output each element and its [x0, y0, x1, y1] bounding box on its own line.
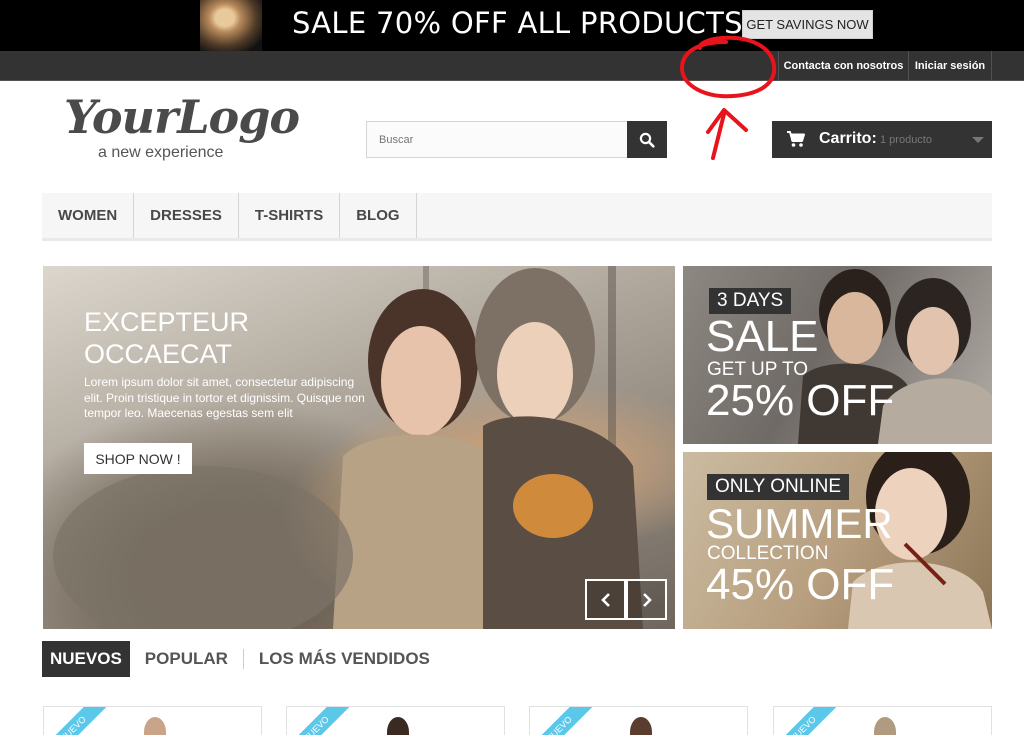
top-nav-bar: Contacta con nosotros Iniciar sesión [0, 51, 1024, 81]
promo-banner-summer[interactable]: ONLY ONLINE SUMMER COLLECTION 45% OFF [683, 452, 992, 629]
menu-item-blog[interactable]: BLOG [340, 193, 417, 238]
search-icon [639, 132, 655, 148]
slide-description: Lorem ipsum dolor sit amet, consectetur … [84, 375, 365, 420]
promo-model-image [200, 0, 262, 51]
tab-popular[interactable]: POPULAR [130, 641, 243, 677]
hero-slider[interactable]: EXCEPTEUR OCCAECAT Lorem ipsum dolor sit… [43, 266, 675, 629]
promo-banner[interactable]: SALE 70% OFF ALL PRODUCTS GET SAVINGS NO… [0, 0, 1024, 51]
promo-banner-3days[interactable]: 3 DAYS SALE GET UP TO 25% OFF [683, 266, 992, 444]
slide-title: EXCEPTEUR OCCAECAT [84, 306, 249, 370]
tab-los-mas-vendidos[interactable]: LOS MÁS VENDIDOS [244, 641, 445, 677]
cart-label: Carrito: [819, 130, 877, 147]
menu-item-women[interactable]: WOMEN [42, 193, 135, 238]
logo-script: YourLogo [64, 90, 300, 144]
cart-icon [787, 131, 805, 147]
chevron-down-icon [972, 137, 984, 143]
chevron-left-icon [600, 592, 610, 607]
cart-dropdown[interactable]: Carrito: 1 producto [772, 121, 992, 158]
product-image [874, 717, 896, 735]
slide-title-line2: OCCAECAT [84, 339, 233, 369]
login-link[interactable]: Iniciar sesión [908, 51, 992, 81]
banner-1-line3: 25% OFF [706, 376, 895, 425]
product-image [387, 717, 409, 735]
new-badge: NUEVO [287, 707, 350, 735]
slide-title-line1: EXCEPTEUR [84, 307, 250, 337]
cart-count: 1 producto [880, 134, 932, 146]
banner-1-line1: SALE [706, 312, 819, 361]
product-card[interactable]: NUEVO [529, 706, 748, 735]
product-card[interactable]: NUEVO [286, 706, 505, 735]
main-menu: WOMEN DRESSES T-SHIRTS BLOG [42, 193, 992, 241]
product-image [144, 717, 166, 735]
menu-item-tshirts[interactable]: T-SHIRTS [239, 193, 341, 238]
search-button[interactable] [627, 121, 667, 158]
product-card[interactable]: NUEVO [773, 706, 992, 735]
tab-nuevos[interactable]: NUEVOS [42, 641, 130, 677]
menu-item-dresses[interactable]: DRESSES [134, 193, 239, 238]
banner-2-line1: SUMMER [706, 500, 893, 547]
slider-prev-button[interactable] [585, 579, 626, 620]
new-badge: NUEVO [44, 707, 107, 735]
slider-next-button[interactable] [626, 579, 667, 620]
contact-link[interactable]: Contacta con nosotros [778, 51, 908, 81]
get-savings-button[interactable]: GET SAVINGS NOW [742, 10, 873, 39]
shop-now-button[interactable]: SHOP NOW ! [84, 443, 192, 474]
search-input[interactable] [366, 121, 628, 158]
banner-2-tag: ONLY ONLINE [707, 474, 850, 500]
new-badge: NUEVO [530, 707, 593, 735]
banner-2-line3: 45% OFF [706, 560, 895, 609]
site-logo[interactable]: YourLogo a new experience [64, 90, 300, 168]
logo-tagline: a new experience [98, 144, 224, 161]
new-badge: NUEVO [774, 707, 837, 735]
banner-1-tag: 3 DAYS [709, 288, 792, 314]
promo-headline: SALE 70% OFF ALL PRODUCTS [292, 6, 743, 40]
chevron-right-icon [642, 592, 652, 607]
product-tabs: NUEVOS POPULAR LOS MÁS VENDIDOS [42, 641, 445, 677]
product-image [630, 717, 652, 735]
product-card[interactable]: NUEVO [43, 706, 262, 735]
